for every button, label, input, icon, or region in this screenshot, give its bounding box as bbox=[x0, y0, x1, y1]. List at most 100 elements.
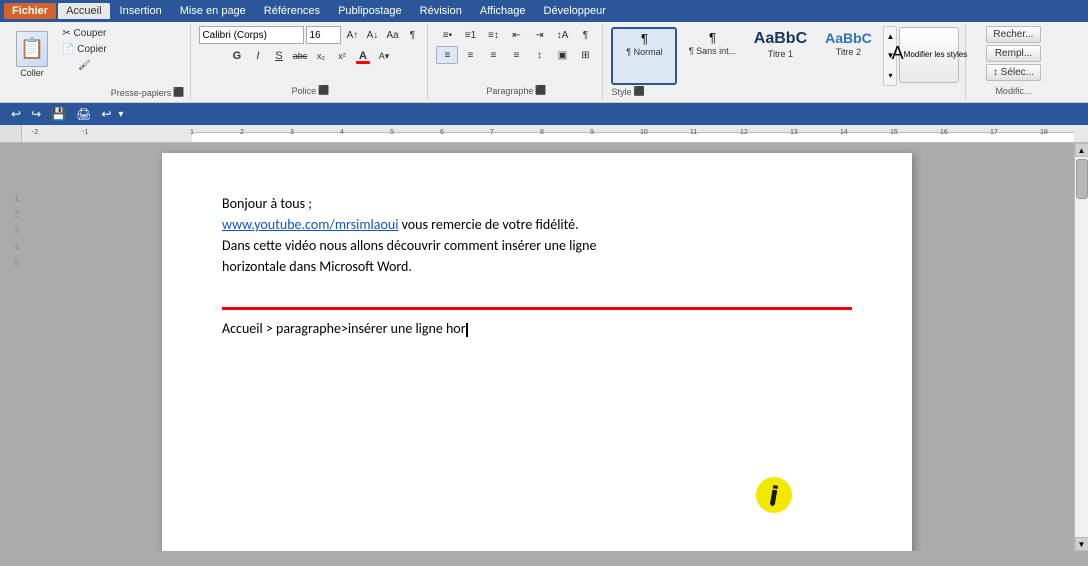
menu-accueil[interactable]: Accueil bbox=[58, 3, 109, 19]
remplacer-button[interactable]: Rempl... bbox=[986, 45, 1041, 62]
style-expand-icon[interactable]: ⬛ bbox=[633, 86, 644, 97]
menu-references[interactable]: Références bbox=[256, 3, 328, 19]
svg-text:1: 1 bbox=[190, 129, 194, 136]
justify-button[interactable]: ≡ bbox=[505, 46, 527, 64]
align-left-button[interactable]: ≡ bbox=[436, 46, 458, 64]
style-titre2[interactable]: AaBbC Titre 2 bbox=[815, 27, 881, 85]
underline-button[interactable]: S bbox=[269, 46, 289, 66]
menu-insertion[interactable]: Insertion bbox=[112, 3, 170, 19]
print-button[interactable]: 🖨 bbox=[73, 106, 94, 122]
svg-text:9: 9 bbox=[590, 129, 594, 136]
format-painter-button[interactable]: 🖌 bbox=[58, 58, 111, 73]
undo-button[interactable]: ↩ bbox=[8, 106, 24, 122]
svg-text:7: 7 bbox=[490, 129, 494, 136]
bullets-button[interactable]: ≡• bbox=[436, 26, 458, 44]
font-shrink-button[interactable]: A↓ bbox=[363, 26, 381, 44]
scroll-down-button[interactable]: ▼ bbox=[1075, 537, 1088, 551]
modify-buttons: Recher... Rempl... ↕ Sélec... bbox=[986, 26, 1041, 81]
scroll-thumb[interactable] bbox=[1076, 159, 1088, 199]
font-size-input[interactable] bbox=[306, 26, 341, 44]
menu-revision[interactable]: Révision bbox=[412, 3, 470, 19]
paste-button[interactable]: 📋 Coller bbox=[10, 26, 54, 82]
copy-button[interactable]: 📄 Copier bbox=[58, 42, 111, 57]
paste-label: Coller bbox=[20, 68, 44, 78]
vertical-scrollbar[interactable]: ▲ ▼ bbox=[1074, 143, 1088, 551]
paragraph-after-link: vous remercie de votre fidélité. bbox=[402, 216, 579, 233]
svg-text:14: 14 bbox=[840, 129, 848, 136]
style-label: Style ⬛ bbox=[611, 86, 644, 99]
style-normal[interactable]: ¶ ¶ Normal bbox=[611, 27, 677, 85]
decrease-indent-button[interactable]: ⇤ bbox=[505, 26, 527, 44]
youtube-link[interactable]: www.youtube.com/mrsimlaoui bbox=[222, 216, 398, 233]
document-page[interactable]: Bonjour à tous ; www.youtube.com/mrsimla… bbox=[162, 153, 912, 551]
format-text-button[interactable]: ¶ bbox=[403, 26, 421, 44]
font-label: Police ⬛ bbox=[292, 85, 330, 98]
paragraph-expand-icon[interactable]: ⬛ bbox=[535, 85, 546, 96]
align-right-button[interactable]: ≡ bbox=[482, 46, 504, 64]
menu-bar: Fichier Accueil Insertion Mise en page R… bbox=[0, 0, 1088, 22]
style-titre1[interactable]: AaBbC Titre 1 bbox=[747, 27, 813, 85]
cut-button[interactable]: ✂ Couper bbox=[58, 26, 111, 41]
modifier-styles-button[interactable]: A Modifier les styles bbox=[899, 27, 959, 83]
text-color-button[interactable]: A bbox=[353, 46, 373, 66]
menu-mise-en-page[interactable]: Mise en page bbox=[172, 3, 254, 19]
highlight-button[interactable]: A▾ bbox=[374, 46, 394, 66]
font-name-input[interactable] bbox=[199, 26, 304, 44]
font-grow-button[interactable]: A↑ bbox=[343, 26, 361, 44]
paragraph-instruction: Accueil > paragraphe>insérer une ligne h… bbox=[222, 318, 852, 339]
clipboard-label: Presse-papiers ⬛ bbox=[111, 87, 185, 100]
undo2-button[interactable]: ↩ bbox=[98, 106, 114, 122]
ribbon: 📋 Coller ✂ Couper 📄 Copier 🖌 Presse-papi… bbox=[0, 22, 1088, 103]
pen-icon bbox=[759, 480, 790, 511]
font-expand-icon[interactable]: ⬛ bbox=[318, 85, 329, 96]
show-formatting-button[interactable]: ¶ bbox=[574, 26, 596, 44]
menu-publipostage[interactable]: Publipostage bbox=[330, 3, 410, 19]
subscript-button[interactable]: x₂ bbox=[311, 46, 331, 66]
borders-button[interactable]: ⊞ bbox=[574, 46, 596, 64]
svg-text:5: 5 bbox=[390, 129, 394, 136]
strikethrough-button[interactable]: abc bbox=[290, 46, 310, 66]
multilevel-button[interactable]: ≡↕ bbox=[482, 26, 504, 44]
svg-text:8: 8 bbox=[540, 129, 544, 136]
modify-group: Recher... Rempl... ↕ Sélec... Modific... bbox=[968, 24, 1058, 100]
paste-icon: 📋 bbox=[16, 31, 48, 67]
align-center-button[interactable]: ≡ bbox=[459, 46, 481, 64]
redo-button[interactable]: ↪ bbox=[28, 106, 44, 122]
style-sans-label: ¶ Sans int... bbox=[689, 46, 736, 56]
menu-affichage[interactable]: Affichage bbox=[472, 3, 534, 19]
superscript-button[interactable]: x² bbox=[332, 46, 352, 66]
modify-label: Modific... bbox=[995, 86, 1031, 98]
paragraph-greeting: Bonjour à tous ; bbox=[222, 193, 852, 214]
scroll-track[interactable] bbox=[1075, 157, 1088, 537]
rechercher-button[interactable]: Recher... bbox=[986, 26, 1041, 43]
increase-indent-button[interactable]: ⇥ bbox=[528, 26, 550, 44]
style-items-row: ¶ ¶ Normal ¶ ¶ Sans int... AaBbC Titre 1… bbox=[611, 26, 959, 86]
modifier-group: A Modifier les styles bbox=[899, 27, 959, 85]
selectionner-button[interactable]: ↕ Sélec... bbox=[986, 64, 1041, 81]
numbering-button[interactable]: ≡1 bbox=[459, 26, 481, 44]
bold-button[interactable]: G bbox=[227, 46, 247, 66]
paragraph-group: ≡• ≡1 ≡↕ ⇤ ⇥ ↕A ¶ ≡ ≡ ≡ ≡ ↕ ▣ ⊞ Paragrap… bbox=[430, 24, 603, 100]
svg-text:4: 4 bbox=[340, 129, 344, 136]
style-sans-int[interactable]: ¶ ¶ Sans int... bbox=[679, 27, 745, 85]
menu-fichier[interactable]: Fichier bbox=[4, 3, 56, 19]
scroll-up-button[interactable]: ▲ bbox=[1075, 143, 1088, 157]
svg-text:6: 6 bbox=[440, 129, 444, 136]
text-cursor bbox=[466, 323, 468, 337]
paragraph-link-line: www.youtube.com/mrsimlaoui vous remercie… bbox=[222, 214, 852, 235]
hr-section: Accueil > paragraphe>insérer une ligne h… bbox=[222, 307, 852, 339]
line-spacing-button[interactable]: ↕ bbox=[528, 46, 550, 64]
para-row-1: ≡• ≡1 ≡↕ ⇤ ⇥ ↕A ¶ bbox=[436, 26, 596, 44]
svg-text:-1: -1 bbox=[82, 129, 88, 136]
sort-button[interactable]: ↕A bbox=[551, 26, 573, 44]
save-button[interactable]: 💾 bbox=[48, 106, 69, 122]
ruler-corner bbox=[0, 125, 22, 142]
clipboard-expand-icon[interactable]: ⬛ bbox=[173, 87, 184, 98]
margin-indicators: 1 2 3 4 5 bbox=[14, 190, 19, 271]
clipboard-sub: ✂ Couper 📄 Copier 🖌 bbox=[58, 26, 111, 82]
toolbar-separator: ▾ bbox=[118, 109, 123, 120]
menu-developpeur[interactable]: Développeur bbox=[536, 3, 614, 19]
italic-button[interactable]: I bbox=[248, 46, 268, 66]
clear-format-button[interactable]: Aa bbox=[383, 26, 401, 44]
shading-button[interactable]: ▣ bbox=[551, 46, 573, 64]
